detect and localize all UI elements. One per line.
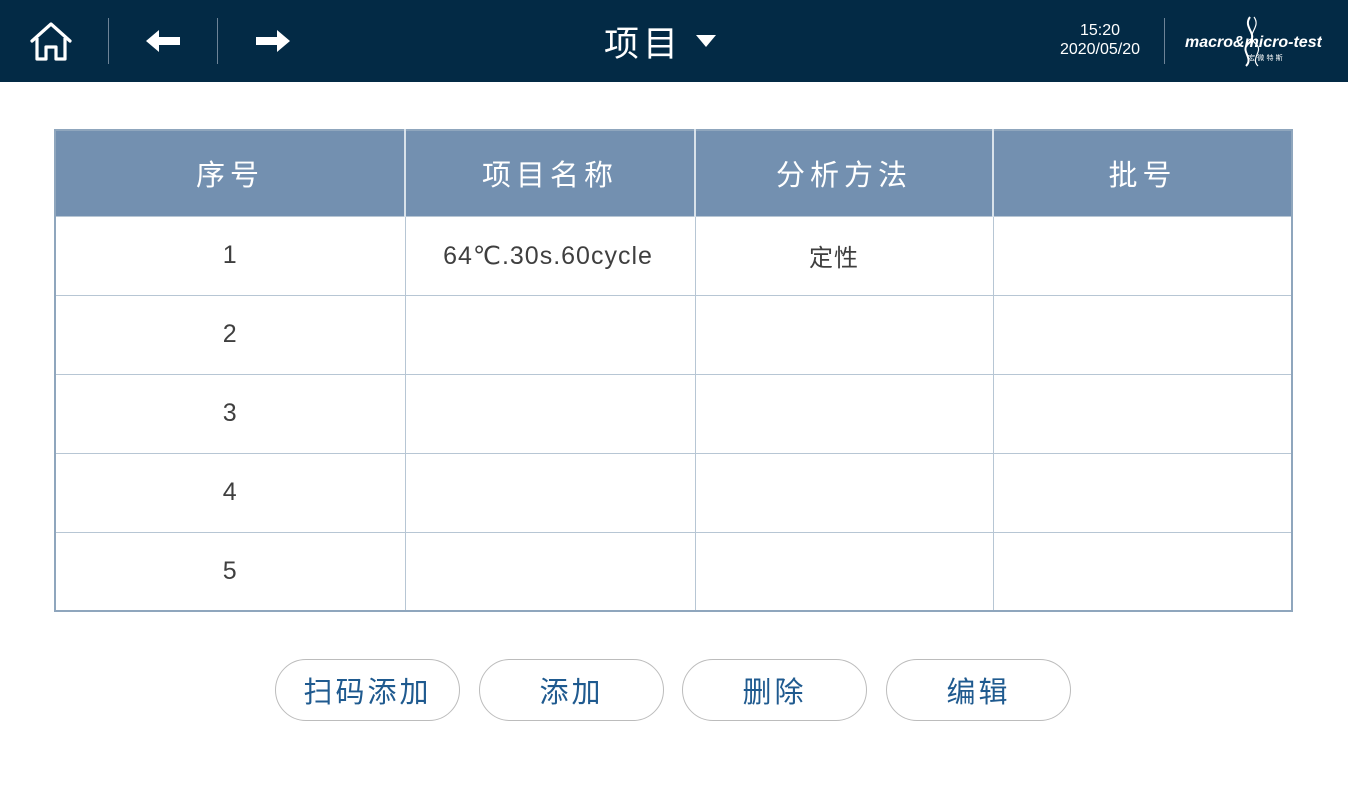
clock-date: 2020/05/20 — [1059, 41, 1141, 58]
edit-button[interactable]: 编辑 — [886, 659, 1071, 721]
table-header-row: 序号 项目名称 分析方法 批号 — [55, 130, 1292, 216]
cell-index: 5 — [54, 531, 406, 612]
table-row[interactable]: 4 — [54, 452, 1293, 533]
arrow-right-icon — [256, 30, 290, 52]
cell-method — [694, 531, 994, 612]
scan-add-button[interactable]: 扫码添加 — [275, 659, 460, 721]
forward-button[interactable] — [250, 22, 296, 60]
cell-batch — [992, 373, 1293, 454]
cell-project-name — [404, 531, 696, 612]
table-row[interactable]: 1 64℃.30s.60cycle 定性 — [54, 215, 1293, 296]
cell-index: 1 — [54, 215, 406, 296]
cell-batch — [992, 215, 1293, 296]
table-row[interactable]: 2 — [54, 294, 1293, 375]
cell-batch — [992, 452, 1293, 533]
arrow-left-icon — [146, 30, 180, 52]
page-title-dropdown[interactable]: 项目 — [604, 14, 717, 68]
back-button[interactable] — [140, 22, 186, 60]
col-header-method[interactable]: 分析方法 — [695, 130, 994, 216]
cell-project-name — [404, 452, 696, 533]
cell-batch — [992, 294, 1293, 375]
col-header-batch[interactable]: 批号 — [993, 130, 1292, 216]
cell-method — [694, 452, 994, 533]
cell-project-name: 64℃.30s.60cycle — [404, 215, 696, 296]
brand-logo: macro&micro-test 宏 微 特 斯 — [1185, 16, 1322, 67]
header-divider — [1164, 18, 1165, 64]
cell-method: 定性 — [694, 215, 994, 296]
table-row[interactable]: 5 — [54, 531, 1293, 612]
delete-button[interactable]: 删除 — [682, 659, 867, 721]
cell-method — [694, 373, 994, 454]
cell-project-name — [404, 294, 696, 375]
nav-divider — [108, 18, 109, 64]
cell-method — [694, 294, 994, 375]
home-icon — [30, 22, 72, 61]
action-bar: 扫码添加 添加 删除 编辑 — [0, 659, 1348, 721]
add-button[interactable]: 添加 — [479, 659, 664, 721]
cell-index: 3 — [54, 373, 406, 454]
home-button[interactable] — [26, 19, 76, 63]
datetime-display: 15:20 2020/05/20 — [1046, 21, 1154, 59]
caret-down-icon — [696, 35, 717, 47]
table-row[interactable]: 3 — [54, 373, 1293, 454]
clock-time: 15:20 — [1079, 22, 1121, 39]
cell-project-name — [404, 373, 696, 454]
col-header-name[interactable]: 项目名称 — [405, 130, 696, 216]
nav-divider — [217, 18, 218, 64]
col-header-index[interactable]: 序号 — [55, 130, 406, 216]
page-title: 项目 — [604, 24, 683, 65]
project-table: 序号 项目名称 分析方法 批号 1 64℃.30s.60cycle 定性 2 3… — [54, 129, 1293, 612]
cell-batch — [992, 531, 1293, 612]
brand-name: macro&micro-test — [1185, 34, 1322, 51]
cell-index: 4 — [54, 452, 406, 533]
brand-subtitle: 宏 微 特 斯 — [1248, 53, 1283, 62]
top-bar: 项目 15:20 2020/05/20 macro&micro-test 宏 微… — [0, 0, 1348, 82]
cell-index: 2 — [54, 294, 406, 375]
